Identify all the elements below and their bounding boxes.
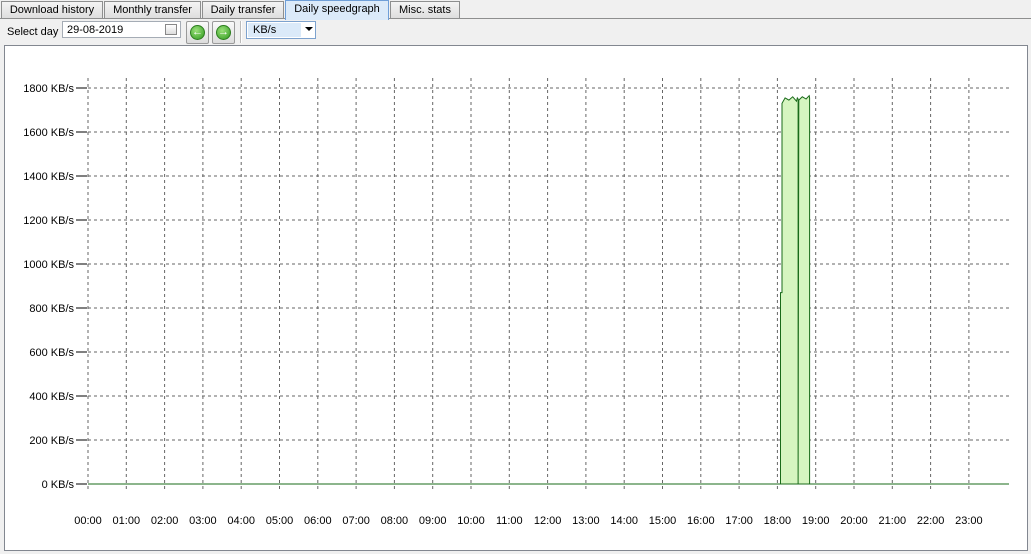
tab-misc-stats[interactable]: Misc. stats — [390, 1, 460, 18]
x-tick-label: 23:00 — [955, 515, 983, 527]
date-picker[interactable]: 29-08-2019 — [62, 21, 181, 38]
x-tick-label: 22:00 — [917, 515, 945, 527]
tab-monthly-transfer[interactable]: Monthly transfer — [104, 1, 201, 18]
x-tick-label: 16:00 — [687, 515, 715, 527]
series-area-fill — [88, 95, 985, 484]
x-tick-label: 05:00 — [266, 515, 294, 527]
previous-day-button[interactable]: ← — [186, 21, 209, 44]
date-value[interactable]: 29-08-2019 — [67, 24, 123, 36]
y-axis: 0 KB/s 200 KB/s 400 KB/s 600 KB/s 800 KB/s 10… — [23, 83, 87, 491]
x-tick-label: 02:00 — [151, 515, 179, 527]
x-tick-label: 06:00 — [304, 515, 332, 527]
next-day-button[interactable]: → — [212, 21, 235, 44]
x-tick-label: 20:00 — [840, 515, 868, 527]
arrow-right-icon: → — [216, 25, 231, 40]
speedgraph-panel: 0 KB/s 200 KB/s 400 KB/s 600 KB/s 800 KB/s 10… — [4, 45, 1028, 551]
y-tick-label: 400 KB/s — [29, 391, 74, 403]
x-tick-label: 18:00 — [764, 515, 792, 527]
x-tick-label: 21:00 — [879, 515, 907, 527]
chevron-down-icon[interactable] — [305, 27, 313, 31]
x-tick-label: 13:00 — [572, 515, 600, 527]
calendar-icon[interactable] — [165, 24, 177, 35]
x-tick-label: 07:00 — [342, 515, 370, 527]
tab-download-history[interactable]: Download history — [1, 1, 103, 18]
x-tick-label: 09:00 — [419, 515, 447, 527]
y-tick-label: 1600 KB/s — [23, 127, 74, 139]
x-tick-label: 15:00 — [649, 515, 677, 527]
series-line — [88, 94, 985, 485]
y-tick-label: 1000 KB/s — [23, 259, 74, 271]
chart-series — [88, 94, 1009, 485]
x-axis: 00:00 01:00 02:00 03:00 04:00 05:00 06:00 07:00… — [74, 515, 982, 527]
x-tick-label: 19:00 — [802, 515, 830, 527]
unit-select[interactable]: KB/s — [246, 21, 316, 39]
x-tick-label: 03:00 — [189, 515, 217, 527]
toolbar-separator — [240, 21, 242, 43]
tab-strip: Download history Monthly transfer Daily … — [0, 0, 1031, 20]
y-tick-label: 1200 KB/s — [23, 215, 74, 227]
y-tick-label: 600 KB/s — [29, 347, 74, 359]
x-tick-label: 14:00 — [610, 515, 638, 527]
speedgraph-chart: 0 KB/s 200 KB/s 400 KB/s 600 KB/s 800 KB/s 10… — [23, 78, 1009, 527]
y-tick-label: 0 KB/s — [42, 479, 75, 491]
chart-grid — [87, 78, 1009, 492]
x-tick-label: 10:00 — [457, 515, 485, 527]
y-tick-label: 1400 KB/s — [23, 171, 74, 183]
toolbar: Select day 29-08-2019 ← → KB/s — [0, 19, 1031, 45]
x-tick-label: 11:00 — [496, 515, 523, 527]
y-tick-label: 200 KB/s — [29, 435, 74, 447]
x-tick-label: 17:00 — [725, 515, 753, 527]
x-tick-label: 00:00 — [74, 515, 102, 527]
select-day-label: Select day — [7, 26, 59, 38]
y-tick-label: 800 KB/s — [29, 303, 74, 315]
y-tick-label: 1800 KB/s — [23, 83, 74, 95]
tab-daily-transfer[interactable]: Daily transfer — [202, 1, 284, 18]
tab-daily-speedgraph[interactable]: Daily speedgraph — [285, 0, 389, 20]
x-tick-label: 01:00 — [113, 515, 141, 527]
unit-selected-value: KB/s — [248, 23, 301, 37]
x-tick-label: 08:00 — [381, 515, 409, 527]
arrow-left-icon: ← — [190, 25, 205, 40]
x-tick-label: 04:00 — [227, 515, 255, 527]
x-tick-label: 12:00 — [534, 515, 562, 527]
